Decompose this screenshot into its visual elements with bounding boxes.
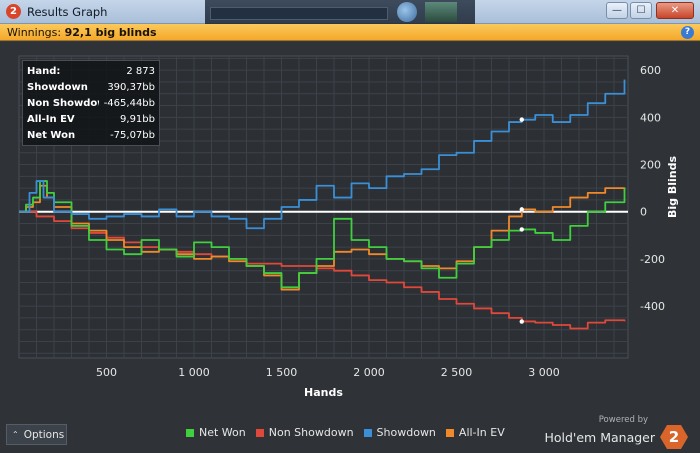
window-title: Results Graph	[27, 5, 108, 19]
legend-label: All-In EV	[458, 426, 505, 439]
hover-marker	[519, 227, 524, 232]
winnings-bar: Winnings: 92,1 big blinds ?	[0, 24, 700, 41]
legend-label: Showdown	[376, 426, 436, 439]
stat-row-net-won: Net Won -75,07bb	[27, 127, 155, 143]
hover-marker	[519, 319, 524, 324]
help-icon[interactable]: ?	[681, 26, 694, 39]
maximize-button[interactable]: ☐	[630, 2, 652, 19]
background-thumbnail	[425, 2, 457, 22]
chart-legend: Net Won Non Showdown Showdown All-In EV	[186, 426, 505, 439]
close-button[interactable]: ✕	[656, 2, 694, 19]
legend-item-all-in-ev[interactable]: All-In EV	[445, 426, 505, 439]
stat-row-non-showdown: Non Showdown -465,44bb	[27, 95, 155, 111]
stat-label: Hand:	[27, 65, 61, 77]
winnings-label: Winnings:	[7, 26, 62, 39]
stat-value: 2 873	[126, 65, 155, 77]
x-tick-label: 1 500	[266, 366, 298, 379]
hover-marker	[519, 207, 524, 212]
legend-item-net-won[interactable]: Net Won	[186, 426, 246, 439]
background-icon	[397, 2, 417, 22]
brand-logo-icon: 2	[660, 425, 688, 449]
stat-value: -75,07bb	[110, 129, 155, 141]
title-bar: 2 Results Graph — ☐ ✕	[0, 0, 700, 24]
stat-label: Net Won	[27, 129, 76, 141]
legend-swatch	[363, 428, 372, 437]
winnings-value: 92,1 big blinds	[64, 26, 157, 39]
y-tick-label: 600	[640, 64, 661, 77]
options-label: Options	[23, 428, 65, 441]
hover-marker	[519, 117, 524, 122]
app-logo-icon: 2	[6, 4, 21, 19]
legend-label: Net Won	[199, 426, 246, 439]
stat-row-all-in-ev: All-In EV 9,91bb	[27, 111, 155, 127]
y-axis-label: Big Blinds	[666, 156, 679, 218]
minimize-button[interactable]: —	[606, 2, 628, 19]
legend-swatch	[445, 428, 454, 437]
winnings-text: Winnings: 92,1 big blinds	[7, 26, 157, 39]
background-field	[210, 7, 388, 20]
y-tick-label: 400	[640, 111, 661, 124]
branding: Powered by Hold'em Manager 2	[544, 415, 688, 449]
results-graph: 500 1 000 1 500 2 000 2 500 3 000 -400 -200 0 200…	[0, 42, 700, 453]
y-tick-label: -400	[640, 300, 665, 313]
x-tick-label: 3 000	[528, 366, 560, 379]
stat-value: -465,44bb	[103, 97, 155, 109]
stat-label: Non Showdown	[27, 97, 99, 109]
options-button[interactable]: ⌃ Options	[6, 424, 67, 445]
legend-label: Non Showdown	[268, 426, 354, 439]
stats-tooltip: Hand: 2 873 Showdown 390,37bb Non Showdo…	[22, 60, 160, 146]
x-tick-label: 2 500	[441, 366, 473, 379]
y-tick-label: 200	[640, 159, 661, 172]
brand-row: Hold'em Manager 2	[544, 425, 688, 449]
legend-swatch	[186, 428, 194, 437]
legend-item-non-showdown[interactable]: Non Showdown	[255, 426, 354, 439]
stat-value: 9,91bb	[120, 113, 155, 125]
stat-row-hand: Hand: 2 873	[27, 63, 155, 79]
brand-name: Hold'em Manager	[544, 429, 655, 445]
x-axis-label: Hands	[304, 386, 343, 399]
y-tick-label: -200	[640, 253, 665, 266]
legend-item-showdown[interactable]: Showdown	[363, 426, 436, 439]
x-tick-label: 500	[96, 366, 117, 379]
legend-swatch	[255, 428, 264, 437]
chevron-up-icon: ⌃	[12, 430, 19, 439]
stat-label: All-In EV	[27, 113, 75, 125]
stat-row-showdown: Showdown 390,37bb	[27, 79, 155, 95]
stat-label: Showdown	[27, 81, 88, 93]
stat-value: 390,37bb	[107, 81, 155, 93]
x-tick-label: 2 000	[353, 366, 385, 379]
powered-by-text: Powered by	[598, 415, 648, 425]
x-tick-label: 1 000	[178, 366, 210, 379]
y-tick-label: 0	[640, 206, 647, 219]
